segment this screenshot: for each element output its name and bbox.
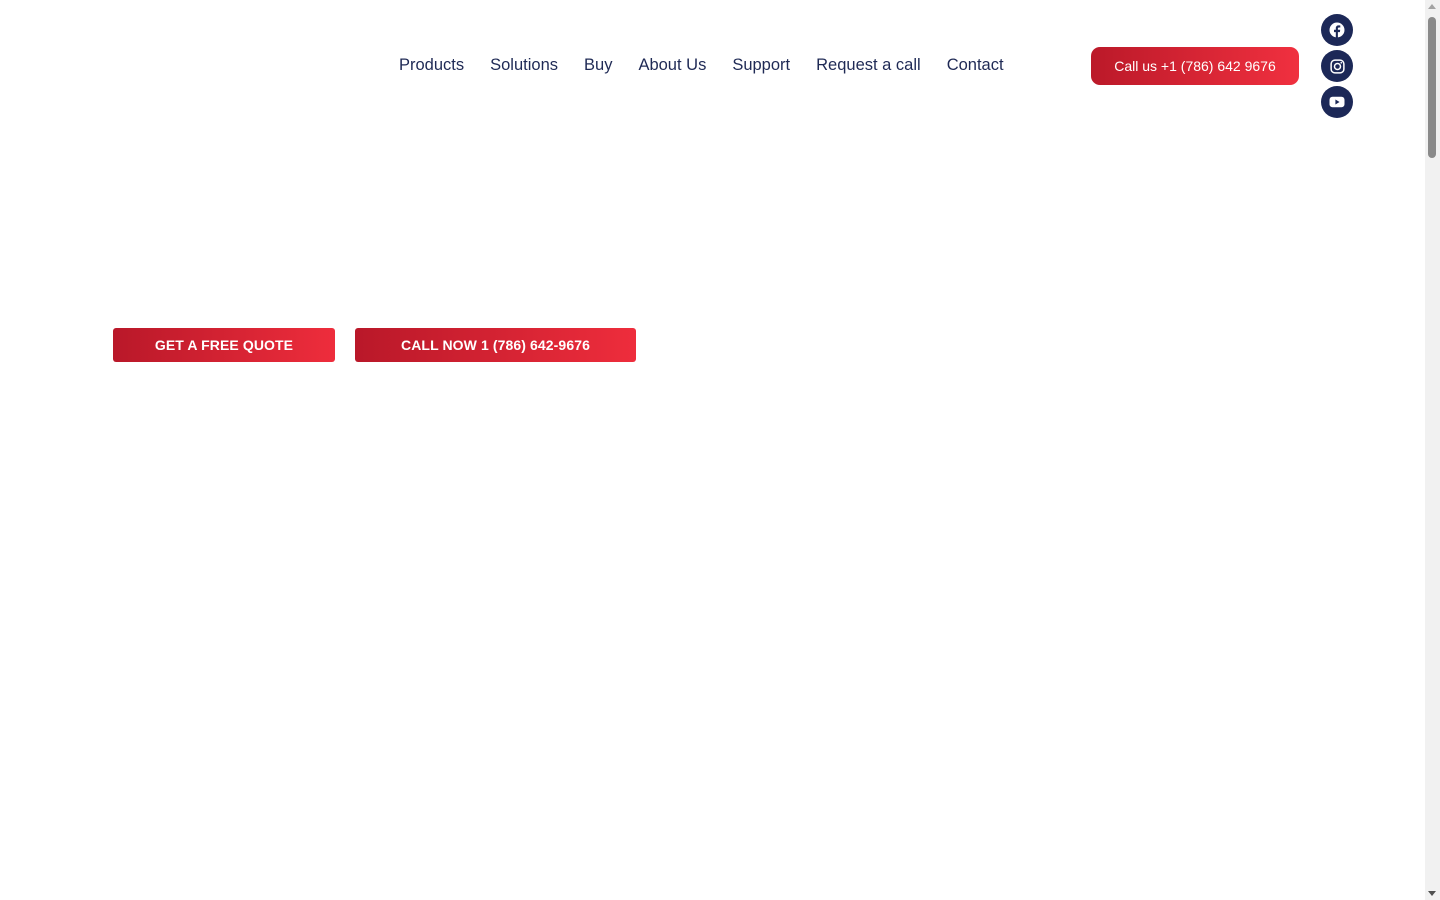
nav-item-contact[interactable]: Contact: [934, 50, 1017, 80]
facebook-icon: [1329, 22, 1345, 38]
nav-item-request-a-call[interactable]: Request a call: [803, 50, 934, 80]
scroll-down-arrow-icon[interactable]: [1428, 891, 1436, 896]
nav-item-products[interactable]: Products: [386, 50, 477, 80]
instagram-link[interactable]: [1321, 50, 1353, 82]
free-quote-button[interactable]: GET A FREE QUOTE: [113, 328, 335, 362]
youtube-icon: [1329, 96, 1345, 108]
nav-item-about-us[interactable]: About Us: [625, 50, 719, 80]
instagram-icon: [1329, 58, 1345, 74]
nav-item-buy[interactable]: Buy: [571, 50, 625, 80]
main-nav: Products Solutions Buy About Us Support …: [386, 50, 1017, 80]
page-scrollbar[interactable]: [1425, 0, 1440, 900]
scroll-up-arrow-icon[interactable]: [1428, 4, 1436, 9]
call-us-button[interactable]: Call us +1 (786) 642 9676: [1091, 47, 1299, 85]
page: Products Solutions Buy About Us Support …: [0, 0, 1440, 900]
nav-item-support[interactable]: Support: [719, 50, 803, 80]
scroll-thumb[interactable]: [1428, 17, 1436, 158]
youtube-link[interactable]: [1321, 86, 1353, 118]
call-now-button[interactable]: CALL NOW 1 (786) 642-9676: [355, 328, 636, 362]
nav-item-solutions[interactable]: Solutions: [477, 50, 571, 80]
facebook-link[interactable]: [1321, 14, 1353, 46]
